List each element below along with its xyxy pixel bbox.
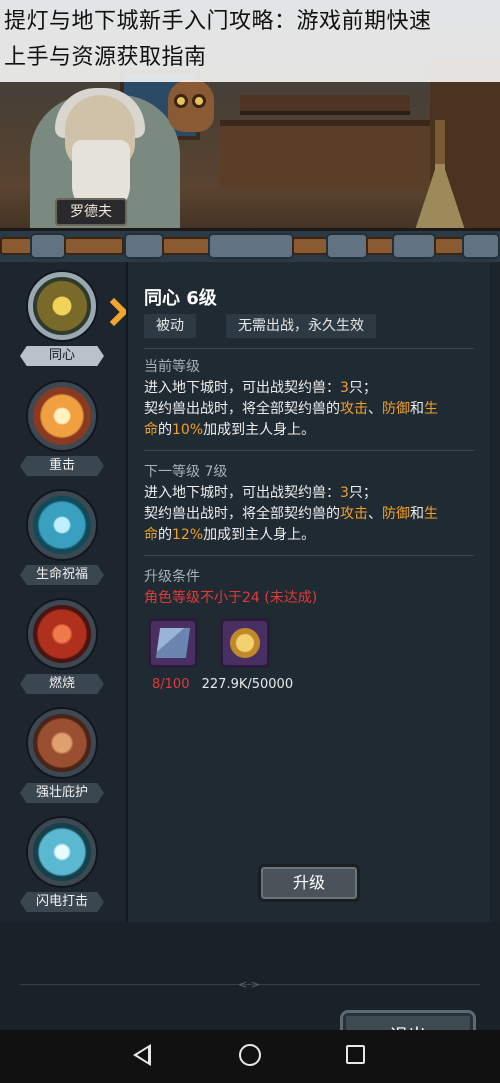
skill-label: 闪电打击 <box>20 892 104 912</box>
skill-item-zhongji[interactable]: 重击 <box>20 382 104 484</box>
system-navbar <box>0 1030 500 1083</box>
article-title-overlay: 提灯与地下城新手入门攻略：游戏前期快速 上手与资源获取指南 <box>0 0 500 82</box>
wood-plank <box>366 237 394 255</box>
material-item-scroll[interactable] <box>148 618 198 668</box>
burst-icon <box>28 382 96 450</box>
stone-block <box>124 233 164 259</box>
lightning-icon <box>28 818 96 886</box>
current-level-header: 当前等级 <box>144 359 200 375</box>
chevron-right-icon <box>102 300 122 326</box>
article-title-line2: 上手与资源获取指南 <box>4 45 207 70</box>
stone-rim <box>0 228 500 262</box>
owl-icon <box>168 80 214 132</box>
npc-name-tag: 罗德夫 <box>55 198 127 226</box>
next-level-header: 下一等级 7级 <box>144 464 228 480</box>
sun-icon <box>28 272 96 340</box>
home-icon[interactable] <box>239 1044 261 1066</box>
skill-item-tongxin[interactable]: 同心 <box>20 272 104 374</box>
skill-item-shandiandaji[interactable]: 闪电打击 <box>20 818 104 920</box>
wood-plank <box>292 237 328 255</box>
wood-plank <box>64 237 124 255</box>
upgrade-condition-text: 角色等级不小于24 (未达成) <box>144 590 318 606</box>
divider <box>144 348 474 349</box>
skill-label: 同心 <box>20 346 104 366</box>
skill-label: 重击 <box>20 456 104 476</box>
skill-detail-panel: 同心 6级 被动 无需出战，永久生效 当前等级 进入地下城时，可出战契约兽：3只… <box>126 262 490 922</box>
shelf-decor <box>240 95 410 115</box>
skill-list: 同心 重击 生命祝福 燃烧 强壮庇护 闪电打击 <box>0 262 125 922</box>
fist-shield-icon <box>28 709 96 777</box>
flame-swirl-icon <box>28 600 96 668</box>
stone-block <box>392 233 436 259</box>
gold-coin-icon <box>230 628 260 658</box>
skill-label: 燃烧 <box>20 674 104 694</box>
coin-count: 227.9K/50000 <box>201 677 294 692</box>
skill-label: 强壮庇护 <box>20 783 104 803</box>
upgrade-button[interactable]: 升级 <box>258 864 360 902</box>
material-counts: 8/100 227.9K/50000 <box>152 677 293 692</box>
skill-item-ranshao[interactable]: 燃烧 <box>20 600 104 702</box>
wood-plank <box>162 237 210 255</box>
divider <box>144 555 474 556</box>
stone-block <box>208 233 294 259</box>
next-level-description: 进入地下城时，可出战契约兽：3只； 契约兽出战时，将全部契约兽的攻击、防御和生 … <box>144 485 438 543</box>
article-title-line1: 提灯与地下城新手入门攻略：游戏前期快速 <box>4 9 432 34</box>
skill-title: 同心 6级 <box>144 288 217 309</box>
skill-item-qiangzhuangbihu[interactable]: 强壮庇护 <box>20 709 104 811</box>
current-level-description: 进入地下城时，可出战契约兽：3只； 契约兽出战时，将全部契约兽的攻击、防御和生 … <box>144 380 438 438</box>
skill-screen: 罗德夫 提灯与地下城新手入门攻略：游戏前期快速 上手与资源获取指南 同心 重击 <box>0 0 500 1083</box>
skill-note-tag: 无需出战，永久生效 <box>226 314 376 338</box>
recent-apps-icon[interactable] <box>346 1045 365 1064</box>
skill-type-tag: 被动 <box>144 314 196 338</box>
stone-block <box>30 233 66 259</box>
skill-item-shengmingzhufu[interactable]: 生命祝福 <box>20 491 104 593</box>
material-item-coin[interactable] <box>220 618 270 668</box>
stone-block <box>326 233 368 259</box>
divider-ornament: <·> <box>238 978 260 991</box>
scroll-map-icon <box>155 628 191 658</box>
divider <box>144 450 474 451</box>
stone-block <box>462 233 500 259</box>
owl-eye-icon <box>174 94 188 108</box>
upgrade-condition-header: 升级条件 <box>144 569 200 585</box>
table-decor <box>220 120 430 190</box>
owl-eye-icon <box>192 94 206 108</box>
water-drop-icon <box>28 491 96 559</box>
scroll-count-need: /100 <box>160 677 190 692</box>
wood-plank <box>0 237 34 255</box>
wood-plank <box>434 237 464 255</box>
back-icon[interactable] <box>133 1044 151 1066</box>
skill-label: 生命祝福 <box>20 565 104 585</box>
